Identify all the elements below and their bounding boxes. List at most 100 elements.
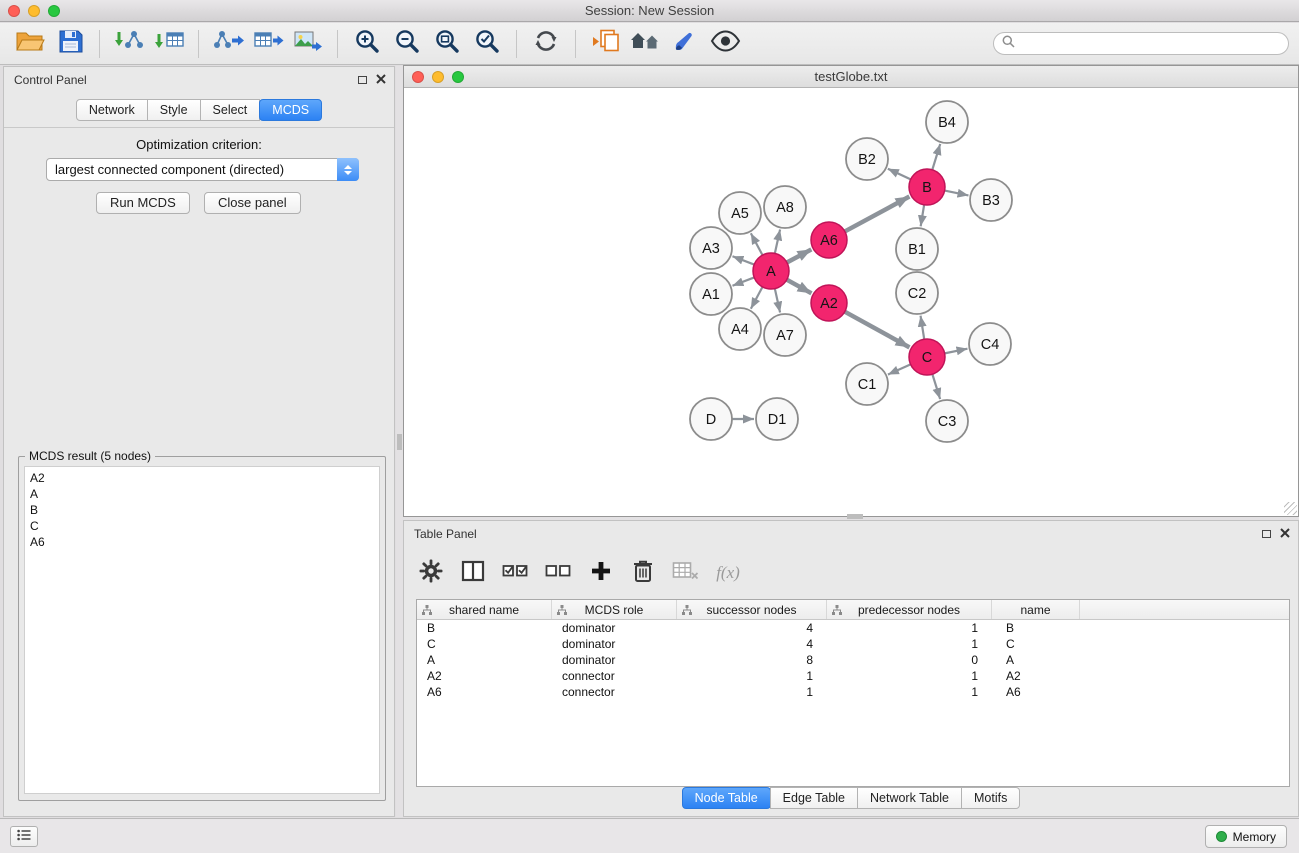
tab-style[interactable]: Style xyxy=(147,99,201,121)
close-panel-button[interactable]: Close panel xyxy=(204,192,301,214)
network-edge-A-A3[interactable] xyxy=(732,256,754,264)
resize-grip[interactable] xyxy=(1284,502,1297,515)
table-row[interactable]: Bdominator41B xyxy=(417,620,1289,636)
tab-node-table[interactable]: Node Table xyxy=(682,787,771,809)
splitter-handle[interactable] xyxy=(397,434,402,450)
network-node-B[interactable]: B xyxy=(909,169,945,205)
zoom-out-button[interactable] xyxy=(390,27,424,61)
network-edge-A-A7[interactable] xyxy=(775,289,780,313)
table-cell[interactable]: A6 xyxy=(992,684,1080,700)
network-node-B3[interactable]: B3 xyxy=(970,179,1012,221)
table-row[interactable]: A2connector11A2 xyxy=(417,668,1289,684)
column-header-name[interactable]: name xyxy=(992,600,1080,619)
network-node-B1[interactable]: B1 xyxy=(896,228,938,270)
tab-select[interactable]: Select xyxy=(200,99,261,121)
table-cell[interactable]: 1 xyxy=(827,668,992,684)
add-button[interactable] xyxy=(588,558,614,588)
table-cell[interactable]: 1 xyxy=(677,668,827,684)
zoom-selected-button[interactable] xyxy=(470,27,504,61)
network-node-A1[interactable]: A1 xyxy=(690,273,732,315)
import-table-button[interactable] xyxy=(152,27,186,61)
column-header-shared-name[interactable]: shared name xyxy=(417,600,552,619)
network-edge-A-A1[interactable] xyxy=(732,277,754,285)
settings-gear-button[interactable] xyxy=(418,558,444,588)
table-cell[interactable]: dominator xyxy=(552,620,677,636)
table-cell[interactable]: 4 xyxy=(677,620,827,636)
memory-button[interactable]: Memory xyxy=(1205,825,1287,848)
table-cell[interactable]: dominator xyxy=(552,652,677,668)
table-cell[interactable]: 0 xyxy=(827,652,992,668)
network-edge-A6-B[interactable] xyxy=(845,197,910,232)
tab-network[interactable]: Network xyxy=(76,99,148,121)
mcds-result-item[interactable]: A6 xyxy=(30,534,374,550)
network-edge-A-A8[interactable] xyxy=(775,229,780,253)
column-header-mcds-role[interactable]: MCDS role xyxy=(552,600,677,619)
table-cell[interactable]: C xyxy=(992,636,1080,652)
network-node-C[interactable]: C xyxy=(909,339,945,375)
table-cell[interactable]: 4 xyxy=(677,636,827,652)
criterion-dropdown[interactable]: largest connected component (directed) xyxy=(46,158,359,181)
import-network-button[interactable] xyxy=(112,27,146,61)
splitter-handle[interactable] xyxy=(847,514,863,519)
network-node-A5[interactable]: A5 xyxy=(719,192,761,234)
tab-mcds[interactable]: MCDS xyxy=(259,99,322,121)
run-mcds-button[interactable]: Run MCDS xyxy=(96,192,190,214)
tab-network-table[interactable]: Network Table xyxy=(857,787,962,809)
network-node-B4[interactable]: B4 xyxy=(926,101,968,143)
network-node-A[interactable]: A xyxy=(753,253,789,289)
table-cell[interactable]: 1 xyxy=(827,636,992,652)
zoom-in-button[interactable] xyxy=(350,27,384,61)
table-cell[interactable]: connector xyxy=(552,668,677,684)
apply-style-button[interactable] xyxy=(668,27,702,61)
column-header-successor-nodes[interactable]: successor nodes xyxy=(677,600,827,619)
save-button[interactable] xyxy=(53,27,87,61)
network-edge-B-B2[interactable] xyxy=(888,169,911,180)
refresh-button[interactable] xyxy=(529,27,563,61)
mcds-result-item[interactable]: B xyxy=(30,502,374,518)
network-edge-B-B4[interactable] xyxy=(932,144,940,170)
table-cell[interactable]: C xyxy=(417,636,552,652)
network-edge-C-C1[interactable] xyxy=(888,364,911,374)
network-node-A8[interactable]: A8 xyxy=(764,186,806,228)
network-node-A3[interactable]: A3 xyxy=(690,227,732,269)
close-panel-icon[interactable] xyxy=(1280,527,1290,541)
table-cell[interactable]: A6 xyxy=(417,684,552,700)
mcds-result-item[interactable]: A xyxy=(30,486,374,502)
column-header-predecessor-nodes[interactable]: predecessor nodes xyxy=(827,600,992,619)
table-cell[interactable]: 1 xyxy=(827,620,992,636)
network-edge-C-C4[interactable] xyxy=(945,349,968,354)
network-graph[interactable]: B4B2BB3A5A8A6A3B1AA1C2A2A4A7C4CC1C3DD1 xyxy=(404,89,1298,517)
table-cell[interactable]: A xyxy=(417,652,552,668)
delete-button[interactable] xyxy=(630,558,656,588)
close-panel-icon[interactable] xyxy=(376,73,386,87)
network-edge-A-A5[interactable] xyxy=(751,233,763,255)
zoom-network-window-button[interactable] xyxy=(452,71,464,83)
minimize-network-window-button[interactable] xyxy=(432,71,444,83)
tab-motifs[interactable]: Motifs xyxy=(961,787,1020,809)
table-cell[interactable]: B xyxy=(417,620,552,636)
table-cell[interactable]: A xyxy=(992,652,1080,668)
table-row[interactable]: Adominator80A xyxy=(417,652,1289,668)
network-edge-A-A4[interactable] xyxy=(751,287,763,309)
network-node-C2[interactable]: C2 xyxy=(896,272,938,314)
graphics-details-button[interactable] xyxy=(708,27,742,61)
close-network-window-button[interactable] xyxy=(412,71,424,83)
mcds-result-list[interactable]: A2ABCA6 xyxy=(24,466,380,794)
first-neighbors-button[interactable] xyxy=(588,27,622,61)
table-cell[interactable]: A2 xyxy=(417,668,552,684)
table-cell[interactable]: B xyxy=(992,620,1080,636)
table-cell[interactable]: dominator xyxy=(552,636,677,652)
network-edge-A2-C[interactable] xyxy=(845,312,910,348)
export-table-button[interactable] xyxy=(251,27,285,61)
export-image-button[interactable] xyxy=(291,27,325,61)
network-node-C4[interactable]: C4 xyxy=(969,323,1011,365)
table-cell[interactable]: A2 xyxy=(992,668,1080,684)
network-canvas[interactable]: B4B2BB3A5A8A6A3B1AA1C2A2A4A7C4CC1C3DD1 xyxy=(404,89,1298,516)
network-edge-A-A6[interactable] xyxy=(787,249,811,262)
search-input[interactable] xyxy=(1020,36,1280,51)
table-cell[interactable]: 8 xyxy=(677,652,827,668)
mcds-result-item[interactable]: A2 xyxy=(30,470,374,486)
home-button[interactable] xyxy=(628,27,662,61)
minimize-window-button[interactable] xyxy=(28,5,40,17)
network-node-A7[interactable]: A7 xyxy=(764,314,806,356)
